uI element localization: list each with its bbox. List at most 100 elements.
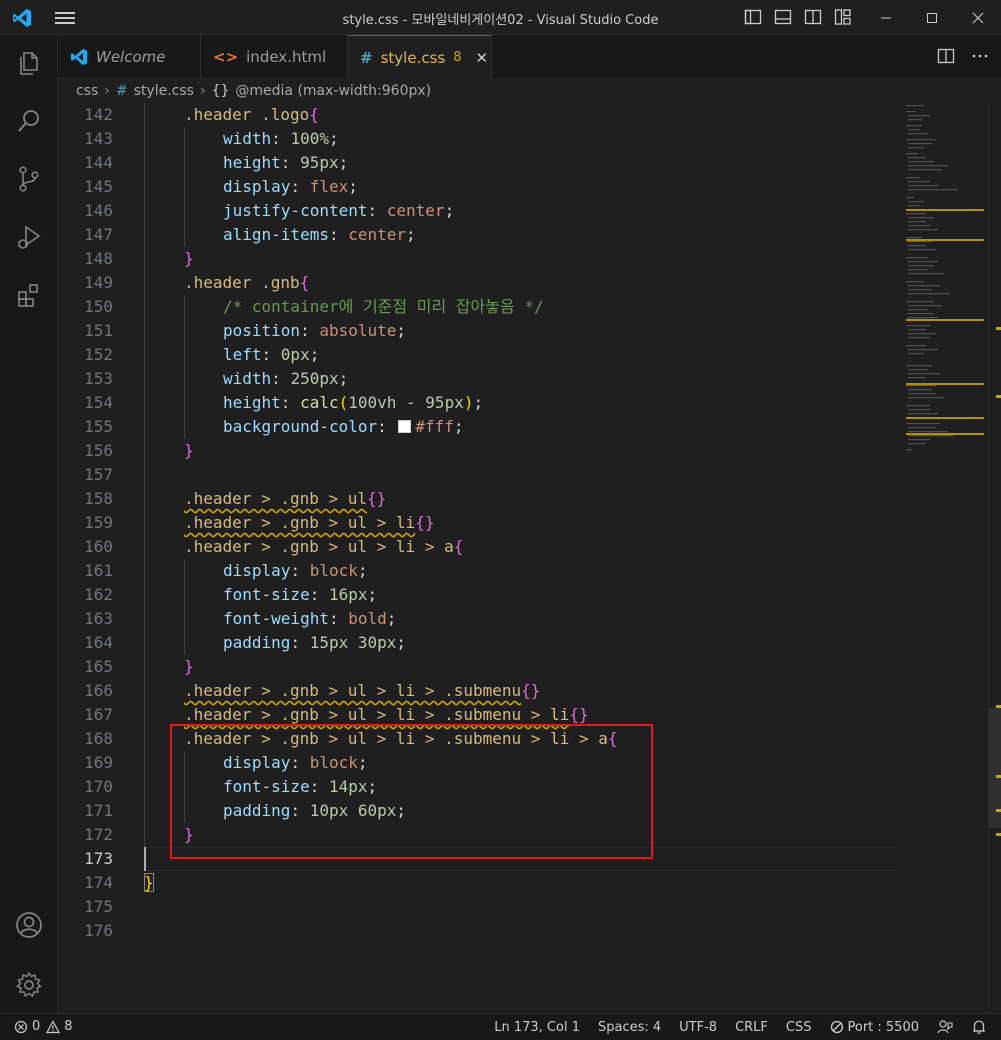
manage-gear-icon[interactable] <box>0 961 58 1009</box>
code-line-156: 156} <box>58 439 898 463</box>
tab-label: Welcome <box>96 48 166 66</box>
code-token: width: 250px; <box>223 367 348 391</box>
code-token: left: 0px; <box>223 343 319 367</box>
code-token: align-items <box>223 225 329 244</box>
code-token: : <box>328 225 349 244</box>
breadcrumb-folder[interactable]: css <box>76 83 98 99</box>
cursor-position[interactable]: Ln 173, Col 1 <box>494 1020 580 1035</box>
hamburger-menu-icon[interactable] <box>54 8 76 28</box>
line-number: 159 <box>84 513 113 532</box>
line-number: 168 <box>84 729 113 748</box>
code-token: padding: 15px 30px; <box>223 631 406 655</box>
encoding[interactable]: UTF-8 <box>679 1020 717 1035</box>
line-number: 149 <box>84 273 113 292</box>
code-editor[interactable]: 142 .header .logo{ 143 width: 100%; 144 hei… <box>58 103 898 1013</box>
extensions-icon[interactable] <box>0 271 58 319</box>
run-and-debug-icon[interactable] <box>0 213 58 261</box>
code-line-153: 153 width: 250px; <box>58 367 898 391</box>
more-actions-icon[interactable] <box>971 47 989 69</box>
minimap[interactable] <box>898 103 988 1013</box>
code-token: display <box>223 561 291 580</box>
status-bar: 0 8 Ln 173, Col 1 Spaces: 4 UTF-8 CRLF C… <box>0 1013 1001 1040</box>
chevron-right-icon: › <box>199 83 206 99</box>
code-token: : <box>280 393 301 412</box>
code-token: : <box>367 201 387 220</box>
code-token: ; <box>453 417 464 436</box>
code-token: display <box>223 177 291 196</box>
close-window-icon[interactable] <box>955 0 1001 35</box>
code-token: ; <box>348 177 358 196</box>
indentation[interactable]: Spaces: 4 <box>598 1020 661 1035</box>
code-token: align-items: center; <box>223 223 416 247</box>
chevron-right-icon: › <box>104 83 110 99</box>
color-swatch[interactable] <box>398 420 412 433</box>
code-line-176: 176 <box>58 919 898 943</box>
breadcrumb: css › # style.css › {} @media (max-width… <box>58 79 1001 103</box>
code-token: .header > .gnb > ul{} <box>184 487 386 511</box>
language-mode[interactable]: CSS <box>786 1020 812 1035</box>
warning-marker <box>996 705 1001 708</box>
toggle-panel-icon[interactable] <box>774 8 792 26</box>
line-number: 144 <box>84 153 113 172</box>
code-line-161: 161 display: block; <box>58 559 898 583</box>
no-entry-icon <box>830 1020 843 1034</box>
code-token: #fff <box>415 417 454 436</box>
code-token: 250px <box>290 369 339 388</box>
notifications-bell-icon[interactable] <box>971 1019 987 1035</box>
code-token: background-color <box>223 417 378 436</box>
warning-marker <box>996 833 1001 836</box>
code-token: height: 95px; <box>223 151 348 175</box>
vscode-logo-icon[interactable] <box>12 8 32 28</box>
code-token: 95px <box>300 153 339 172</box>
minimize-icon[interactable] <box>863 0 909 35</box>
feedback-icon[interactable] <box>937 1019 953 1035</box>
code-token: width <box>223 129 272 148</box>
code-token: 15px 30px <box>309 633 397 652</box>
code-line-174: 174} <box>58 871 898 895</box>
code-token: {} <box>569 705 589 724</box>
code-token: .header > .gnb > ul > li > .submenu <box>184 681 522 700</box>
code-line-143: 143 width: 100%; <box>58 127 898 151</box>
toggle-primary-sidebar-icon[interactable] <box>744 8 762 26</box>
code-token: /* container에 기준점 미리 잡아놓음 */ <box>223 295 544 319</box>
source-control-icon[interactable] <box>0 155 58 203</box>
tab-welcome[interactable]: Welcome <box>58 35 201 79</box>
code-token: {} <box>367 489 387 508</box>
code-token: display: block; <box>223 559 368 583</box>
accounts-icon[interactable] <box>0 901 58 949</box>
code-token: : <box>290 561 310 580</box>
code-token: position: absolute; <box>223 319 406 343</box>
problems-indicator[interactable]: 0 8 <box>14 1019 73 1034</box>
code-line-150: 150 /* container에 기준점 미리 잡아놓음 */ <box>58 295 898 319</box>
breadcrumb-symbol[interactable]: @media (max-width:960px) <box>235 83 431 99</box>
code-token: { <box>453 537 464 556</box>
live-server-port[interactable]: Port : 5500 <box>830 1020 919 1035</box>
customize-layout-icon[interactable] <box>834 8 852 26</box>
code-token: .header > .gnb > ul > li <box>184 513 416 532</box>
code-token: .header > .gnb > ul > li > .submenu > li <box>184 705 570 724</box>
explorer-icon[interactable] <box>0 39 58 87</box>
end-of-line[interactable]: CRLF <box>735 1020 768 1035</box>
toggle-secondary-sidebar-icon[interactable] <box>804 8 822 26</box>
maximize-icon[interactable] <box>909 0 955 35</box>
code-token: ( <box>338 393 349 412</box>
code-token: .header .logo <box>184 105 310 124</box>
line-number: 155 <box>84 417 113 436</box>
close-tab-icon[interactable]: ✕ <box>475 49 488 67</box>
code-token: {} <box>521 681 541 700</box>
vertical-scrollbar[interactable] <box>988 103 1001 1013</box>
code-token: font-weight <box>223 609 329 628</box>
code-token: : <box>290 177 310 196</box>
line-number: 152 <box>84 345 113 364</box>
code-token: } <box>144 871 154 895</box>
code-line-165: 165} <box>58 655 898 679</box>
tab-index-html[interactable]: <> index.html <box>201 35 348 79</box>
tab-style-css[interactable]: # style.css 8 ✕ <box>348 35 492 79</box>
split-editor-icon[interactable] <box>937 47 955 69</box>
css-hash-icon: # <box>115 83 128 99</box>
line-number: 174 <box>84 873 113 892</box>
breadcrumb-file[interactable]: style.css <box>134 83 194 99</box>
code-token: .header .logo{ <box>184 103 319 127</box>
code-line-142: 142 .header .logo{ <box>58 103 898 127</box>
search-icon[interactable] <box>0 97 58 145</box>
